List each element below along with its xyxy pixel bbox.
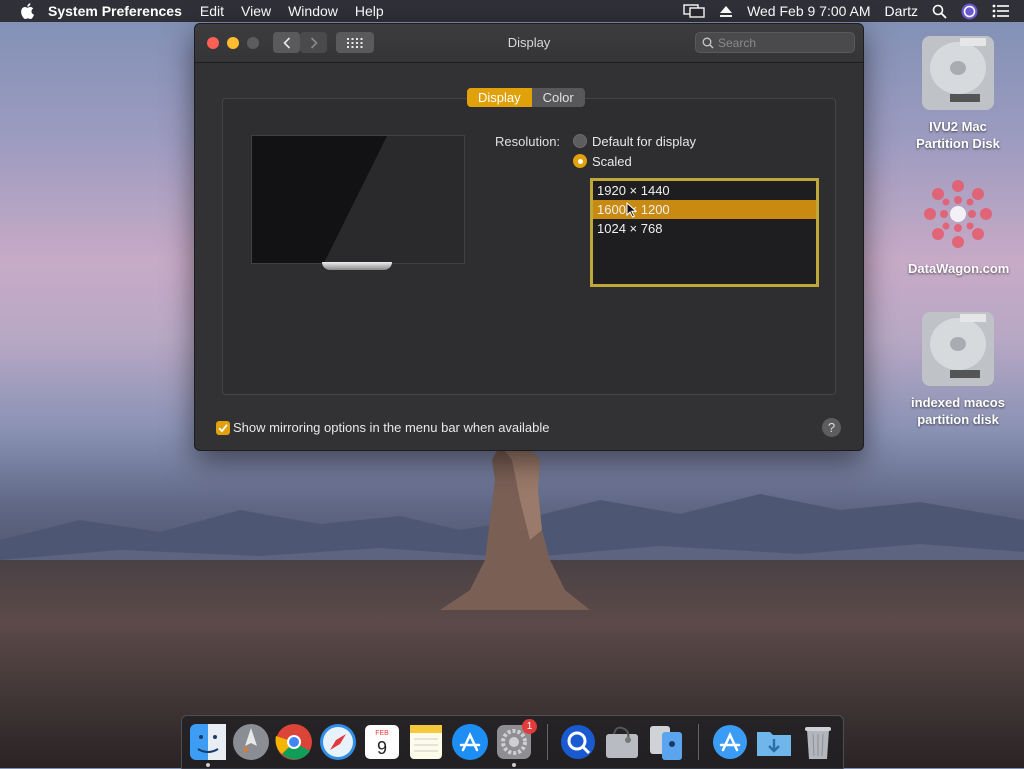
menu-clock[interactable]: Wed Feb 9 7:00 AM [747,3,870,19]
scaled-label[interactable]: Scaled [592,154,632,169]
disk-utility-icon[interactable] [602,722,642,762]
window-titlebar[interactable]: Display [195,24,863,63]
notification-center-icon[interactable] [992,4,1010,18]
app-store-icon[interactable] [450,722,490,762]
notes-icon[interactable] [406,722,446,762]
checkmark-icon [218,424,228,433]
hard-drive-icon [922,312,994,386]
resolution-option-1920x1440[interactable]: 1920 × 1440 [593,181,816,200]
dock: FEB 9 1 [181,715,844,769]
search-icon [702,37,714,49]
dock-separator [547,724,548,760]
menu-help[interactable]: Help [355,3,384,19]
siri-icon[interactable] [961,3,978,20]
notification-badge: 1 [522,719,537,734]
desktop-icon-label: DataWagon.com [908,261,1010,276]
menu-edit[interactable]: Edit [200,3,224,19]
mirroring-checkbox[interactable] [216,421,230,435]
monitor-stand [322,262,392,270]
safari-icon[interactable] [318,722,358,762]
tab-display[interactable]: Display [467,88,532,107]
menu-view[interactable]: View [241,3,271,19]
desktop-icon-label: indexed macos [911,395,1005,410]
datawagon-logo-icon [924,180,992,248]
desktop-icon-indexed-macos[interactable]: indexed macos partition disk [908,308,1008,428]
scaled-radio[interactable] [573,154,587,168]
desktop-rock-spire [440,445,590,610]
finder-icon[interactable] [188,722,228,762]
app-store-folder-icon[interactable] [710,722,750,762]
monitor-glare [324,136,464,263]
migration-assistant-icon[interactable] [646,722,686,762]
display-mirroring-icon[interactable] [683,3,705,19]
search-app-icon[interactable] [558,722,598,762]
launchpad-icon[interactable] [231,722,271,762]
tab-bar: Display Color [467,88,585,107]
resolution-list[interactable]: 1920 × 1440 1600 × 1200 1024 × 768 [590,178,819,287]
tab-color[interactable]: Color [531,88,585,107]
display-preferences-window: Display Display Color Resolution: Defaul… [194,23,864,451]
mouse-pointer-icon [626,202,637,218]
menu-user[interactable]: Dartz [885,3,918,19]
desktop-icon-label: IVU2 Mac [929,119,987,134]
calendar-month: FEB [375,730,389,737]
chrome-icon[interactable] [274,722,314,762]
apple-logo-icon[interactable] [20,3,34,19]
menu-bar: System Preferences Edit View Window Help… [0,0,1024,22]
default-for-display-radio[interactable] [573,134,587,148]
trash-icon[interactable] [798,722,838,762]
mirroring-label[interactable]: Show mirroring options in the menu bar w… [233,420,550,435]
monitor-preview [251,135,465,264]
running-indicator [512,763,516,767]
desktop-icon-label: Partition Disk [916,136,1000,151]
menu-extras: Wed Feb 9 7:00 AM Dartz [683,0,1024,22]
downloads-folder-icon[interactable] [754,722,794,762]
running-indicator [206,763,210,767]
default-for-display-label[interactable]: Default for display [592,134,696,149]
menu-window[interactable]: Window [288,3,338,19]
search-field[interactable] [695,32,855,53]
spotlight-search-icon[interactable] [932,4,947,19]
menu-app-name[interactable]: System Preferences [48,3,182,19]
desktop-icon-datawagon[interactable]: DataWagon.com [908,172,1010,277]
hard-drive-icon [922,36,994,110]
resolution-option-1024x768[interactable]: 1024 × 768 [593,219,816,238]
calendar-day: 9 [377,738,387,758]
search-input[interactable] [718,35,838,51]
help-button[interactable]: ? [822,418,841,437]
desktop-icon-ivu2-mac[interactable]: IVU2 Mac Partition Disk [908,32,1008,152]
dock-separator [698,724,699,760]
desktop-icon-label: partition disk [917,412,999,427]
calendar-icon[interactable]: FEB 9 [362,722,402,762]
eject-icon[interactable] [719,4,733,18]
resolution-label: Resolution: [495,134,561,149]
